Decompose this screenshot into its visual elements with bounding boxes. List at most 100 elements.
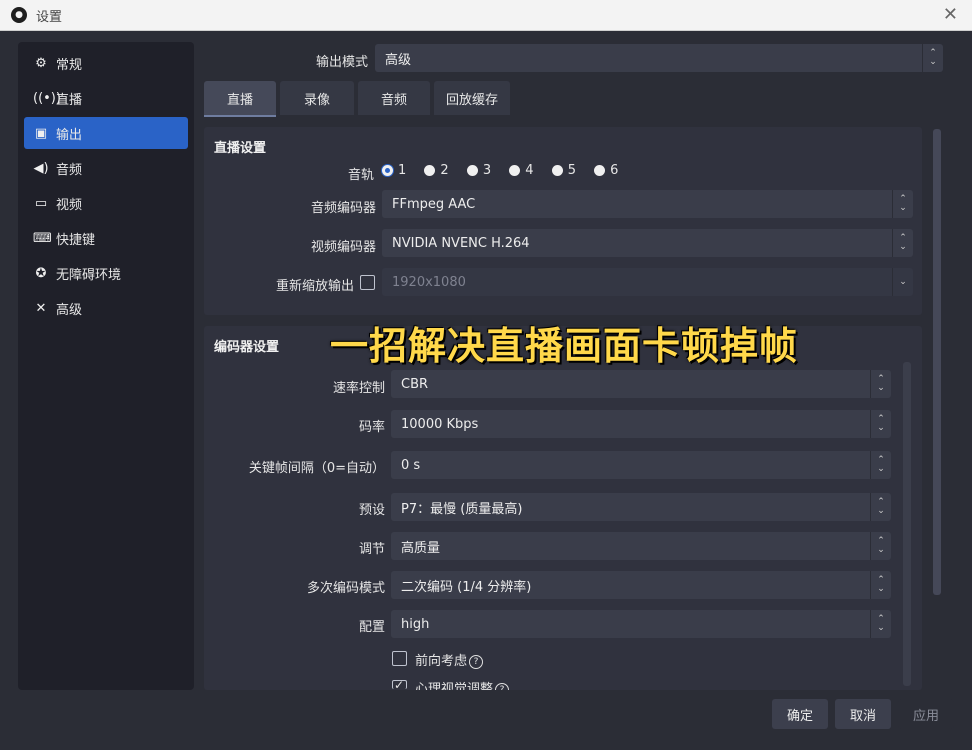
rescale-resolution-value: 1920x1080	[392, 274, 466, 290]
sidebar-item-label: 音频	[56, 162, 83, 178]
sidebar-item-video[interactable]: ▭ 视频	[24, 187, 188, 219]
sidebar-item-accessibility[interactable]: ✪ 无障碍环境	[24, 257, 188, 289]
multipass-value: 二次编码 (1/4 分辨率)	[401, 579, 532, 595]
lookahead-label: 前向考虑	[415, 654, 468, 669]
sidebar-item-label: 直播	[56, 92, 83, 108]
updown-arrow-icon: ⌃ ⌄	[892, 190, 913, 218]
output-icon: ▣	[34, 125, 48, 141]
speaker-icon: ◀)	[33, 160, 49, 176]
audio-track-radio-1[interactable]	[382, 165, 393, 176]
radio-label: 6	[610, 163, 619, 178]
radio-label: 4	[525, 163, 534, 178]
sidebar-item-label: 高级	[56, 302, 83, 318]
gear-icon: ⚙	[35, 55, 47, 71]
monitor-icon: ▭	[34, 195, 48, 211]
video-encoder-label: 视频编码器	[310, 240, 376, 255]
updown-arrow-icon: ⌃ ⌄	[870, 610, 891, 638]
preset-label: 预设	[358, 503, 385, 518]
sidebar: ⚙ 常规 ((•)) 直播 ▣ 输出 ◀) 音频 ▭ 视频 ⌨ 快捷键 ✪ 无障…	[18, 42, 194, 690]
radio-label: 3	[482, 163, 492, 178]
updown-arrow-icon: ⌃ ⌄	[922, 44, 943, 72]
keyboard-icon: ⌨	[33, 230, 52, 246]
cancel-button[interactable]: 取消	[835, 699, 891, 729]
encoder-scrollbar[interactable]	[903, 362, 911, 686]
accessibility-icon: ✪	[35, 265, 47, 281]
audio-encoder-label: 音频编码器	[310, 201, 376, 216]
sidebar-item-general[interactable]: ⚙ 常规	[24, 47, 188, 79]
updown-arrow-icon: ⌃ ⌄	[892, 229, 913, 257]
tab-stream[interactable]: 直播	[204, 81, 276, 117]
output-mode-label: 输出模式	[315, 55, 368, 70]
settings-window: ● 设置 ✕ ⚙ 常规 ((•)) 直播 ▣ 输出 ◀) 音频 ▭ 视频 ⌨ 快…	[0, 0, 972, 750]
output-mode-value: 高级	[385, 52, 412, 68]
audio-track-radio-4[interactable]	[509, 165, 521, 176]
audio-encoder-select[interactable]: FFmpeg AAC ⌃ ⌄	[382, 190, 913, 218]
help-icon[interactable]: ?	[469, 654, 484, 669]
bitrate-value: 10000 Kbps	[401, 416, 479, 432]
ok-button[interactable]: 确定	[772, 699, 828, 729]
lookahead-row: 前向考虑?	[415, 650, 484, 669]
sidebar-item-label: 输出	[56, 127, 83, 143]
preset-value: P7：最慢 (质量最高)	[401, 501, 523, 517]
sidebar-item-advanced[interactable]: ✕ 高级	[24, 292, 188, 324]
encoder-settings-title: 编码器设置	[214, 340, 280, 355]
sidebar-item-audio[interactable]: ◀) 音频	[24, 152, 188, 184]
psychovisual-row: 心理视觉调整?	[415, 678, 510, 690]
title-bar: ● 设置 ✕	[0, 0, 972, 31]
tab-recording[interactable]: 录像	[280, 81, 354, 115]
spin-arrows-icon[interactable]: ⌃ ⌄	[870, 410, 891, 438]
rescale-label: 重新缩放输出	[275, 279, 354, 294]
sidebar-item-stream[interactable]: ((•)) 直播	[24, 82, 188, 114]
tab-replay-buffer[interactable]: 回放缓存	[434, 81, 510, 115]
spin-arrows-icon[interactable]: ⌃ ⌄	[870, 451, 891, 479]
updown-arrow-icon: ⌃ ⌄	[870, 532, 891, 560]
output-mode-select[interactable]: 高级 ⌃ ⌄	[375, 44, 943, 72]
stream-settings-title: 直播设置	[214, 141, 267, 156]
lookahead-checkbox[interactable]	[392, 651, 407, 666]
rescale-checkbox[interactable]	[360, 275, 375, 290]
sidebar-item-output[interactable]: ▣ 输出	[24, 117, 188, 149]
rate-control-value: CBR	[401, 376, 429, 392]
tuning-select[interactable]: 高质量 ⌃ ⌄	[391, 532, 891, 560]
radio-label: 5	[567, 163, 576, 178]
updown-arrow-icon: ⌃ ⌄	[870, 370, 891, 398]
audio-track-radio-6[interactable]	[594, 165, 606, 176]
video-encoder-value: NVIDIA NVENC H.264	[392, 235, 530, 251]
keyframe-interval-spinbox[interactable]: 0 s ⌃ ⌄	[391, 451, 891, 479]
sidebar-item-label: 快捷键	[56, 232, 96, 248]
sidebar-item-hotkeys[interactable]: ⌨ 快捷键	[24, 222, 188, 254]
encoder-settings-panel: 编码器设置 速率控制 CBR ⌃ ⌄ 码率 10000 Kbps ⌃ ⌄ 关键帧间隔…	[204, 326, 922, 692]
profile-select[interactable]: high ⌃ ⌄	[391, 610, 891, 638]
tuning-label: 调节	[358, 542, 385, 557]
help-icon[interactable]: ?	[495, 682, 510, 690]
settings-scrollbar[interactable]	[933, 129, 941, 595]
profile-value: high	[401, 616, 430, 632]
close-icon[interactable]: ✕	[943, 4, 958, 25]
audio-track-radio-3[interactable]	[466, 165, 478, 176]
profile-label: 配置	[358, 620, 385, 635]
tools-icon: ✕	[35, 300, 47, 316]
bitrate-spinbox[interactable]: 10000 Kbps ⌃ ⌄	[391, 410, 891, 438]
multipass-label: 多次编码模式	[306, 581, 385, 596]
audio-encoder-value: FFmpeg AAC	[392, 196, 476, 212]
audio-track-radio-5[interactable]	[551, 165, 563, 176]
keyframe-interval-value: 0 s	[401, 457, 421, 473]
updown-arrow-icon: ⌃ ⌄	[870, 493, 891, 521]
apply-button[interactable]: 应用	[898, 699, 954, 729]
updown-arrow-icon: ⌃ ⌄	[870, 571, 891, 599]
radio-label: 1	[398, 163, 407, 178]
rescale-resolution-select[interactable]: 1920x1080 ⌄	[382, 268, 913, 296]
psychovisual-label: 心理视觉调整	[415, 682, 494, 690]
window-title: 设置	[36, 10, 63, 25]
tuning-value: 高质量	[401, 540, 441, 556]
audio-track-radio-2[interactable]	[424, 165, 436, 176]
keyframe-interval-label: 关键帧间隔（0=自动）	[248, 461, 385, 476]
video-encoder-select[interactable]: NVIDIA NVENC H.264 ⌃ ⌄	[382, 229, 913, 257]
rate-control-select[interactable]: CBR ⌃ ⌄	[391, 370, 891, 398]
tab-audio[interactable]: 音频	[358, 81, 430, 115]
sidebar-item-label: 常规	[56, 57, 83, 73]
preset-select[interactable]: P7：最慢 (质量最高) ⌃ ⌄	[391, 493, 891, 521]
psychovisual-checkbox[interactable]	[392, 678, 407, 692]
multipass-select[interactable]: 二次编码 (1/4 分辨率) ⌃ ⌄	[391, 571, 891, 599]
audio-track-label: 音轨	[347, 168, 374, 183]
